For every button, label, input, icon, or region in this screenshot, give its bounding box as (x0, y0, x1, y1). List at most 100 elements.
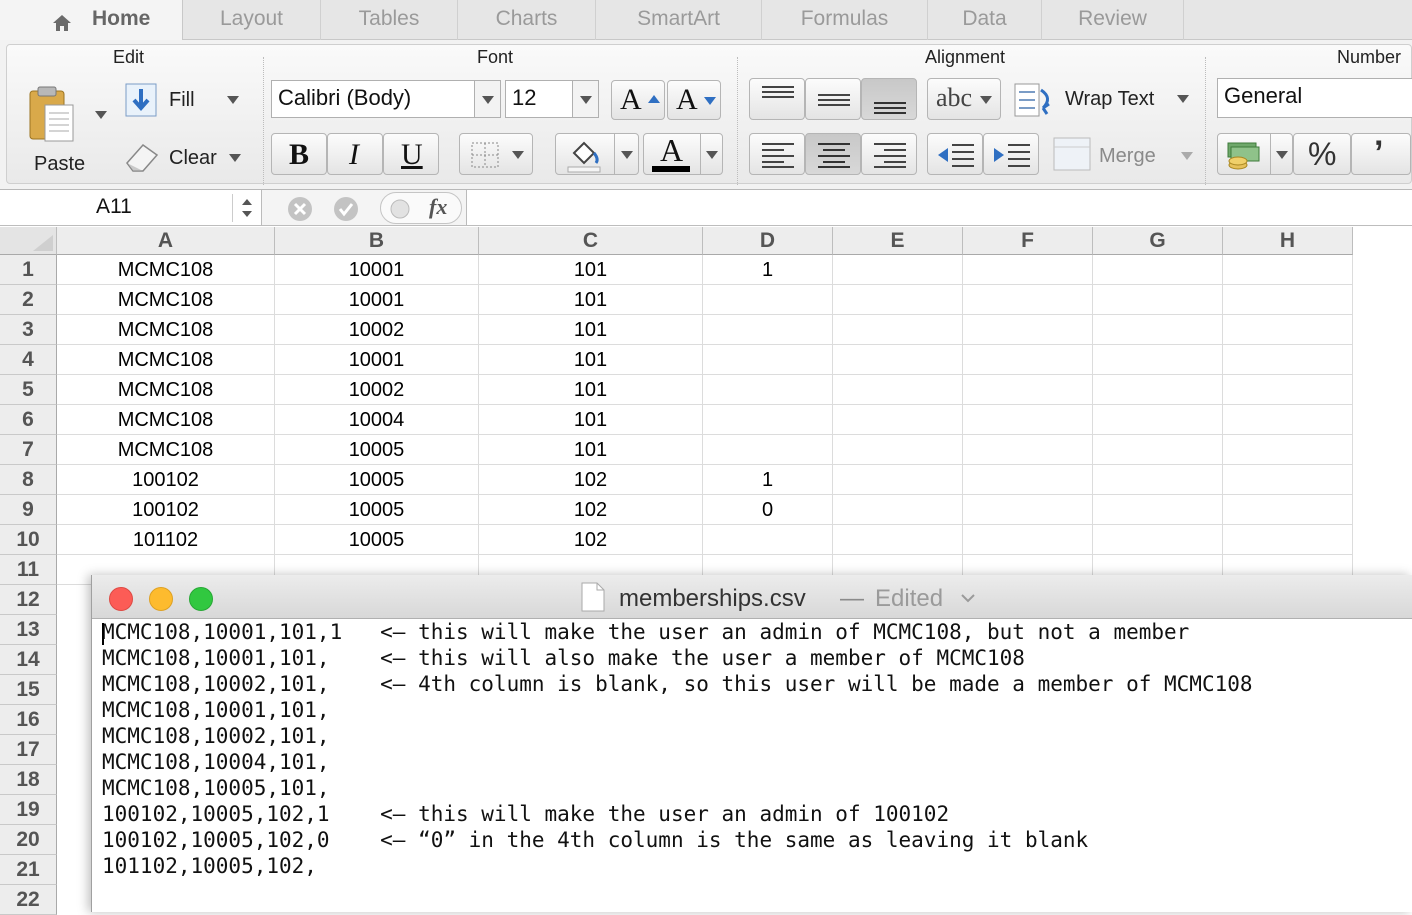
formula-builder-icon[interactable]: fx (380, 192, 462, 224)
cell-a8[interactable]: 100102 (57, 465, 275, 495)
row-header-2[interactable]: 2 (0, 285, 57, 315)
cell-c10[interactable]: 102 (479, 525, 703, 555)
row-header-10[interactable]: 10 (0, 525, 57, 555)
row-header-5[interactable]: 5 (0, 375, 57, 405)
column-header-b[interactable]: B (275, 227, 479, 255)
tab-formulas[interactable]: Formulas (762, 0, 928, 40)
cell-h1[interactable] (1223, 255, 1353, 285)
cell-b3[interactable]: 10002 (275, 315, 479, 345)
column-header-a[interactable]: A (57, 227, 275, 255)
decrease-indent-button[interactable] (927, 133, 983, 175)
column-header-c[interactable]: C (479, 227, 703, 255)
cell-c5[interactable]: 101 (479, 375, 703, 405)
cell-b10[interactable]: 10005 (275, 525, 479, 555)
column-header-h[interactable]: H (1223, 227, 1353, 255)
cell-a6[interactable]: MCMC108 (57, 405, 275, 435)
clear-button[interactable]: Clear (123, 137, 249, 177)
align-top-button[interactable] (749, 78, 805, 120)
row-header-20[interactable]: 20 (0, 825, 57, 855)
cell-d5[interactable] (703, 375, 833, 405)
chevron-down-icon[interactable] (960, 591, 976, 609)
cell-h6[interactable] (1223, 405, 1353, 435)
row-header-3[interactable]: 3 (0, 315, 57, 345)
row-header-18[interactable]: 18 (0, 765, 57, 795)
align-center-button[interactable] (805, 133, 861, 175)
percent-style-button[interactable]: % (1293, 133, 1351, 175)
cell-d1[interactable]: 1 (703, 255, 833, 285)
cell-h7[interactable] (1223, 435, 1353, 465)
tab-tables[interactable]: Tables (321, 0, 458, 40)
cell-h4[interactable] (1223, 345, 1353, 375)
row-header-14[interactable]: 14 (0, 645, 57, 675)
bold-button[interactable]: B (271, 133, 327, 175)
cell-h8[interactable] (1223, 465, 1353, 495)
cell-c1[interactable]: 101 (479, 255, 703, 285)
row-header-13[interactable]: 13 (0, 615, 57, 645)
cell-g6[interactable] (1093, 405, 1223, 435)
cell-f10[interactable] (963, 525, 1093, 555)
cell-a4[interactable]: MCMC108 (57, 345, 275, 375)
cell-g2[interactable] (1093, 285, 1223, 315)
column-header-e[interactable]: E (833, 227, 963, 255)
cell-h10[interactable] (1223, 525, 1353, 555)
row-header-7[interactable]: 7 (0, 435, 57, 465)
row-header-1[interactable]: 1 (0, 255, 57, 285)
tab-data[interactable]: Data (928, 0, 1042, 40)
close-window-button[interactable] (109, 587, 133, 611)
cell-f6[interactable] (963, 405, 1093, 435)
column-header-g[interactable]: G (1093, 227, 1223, 255)
cell-g8[interactable] (1093, 465, 1223, 495)
cell-b7[interactable]: 10005 (275, 435, 479, 465)
row-header-22[interactable]: 22 (0, 885, 57, 915)
row-header-6[interactable]: 6 (0, 405, 57, 435)
cell-c9[interactable]: 102 (479, 495, 703, 525)
cell-d4[interactable] (703, 345, 833, 375)
cell-c4[interactable]: 101 (479, 345, 703, 375)
cell-h5[interactable] (1223, 375, 1353, 405)
borders-button[interactable] (459, 133, 533, 175)
align-right-button[interactable] (861, 133, 917, 175)
cell-e8[interactable] (833, 465, 963, 495)
cell-c8[interactable]: 102 (479, 465, 703, 495)
cell-d7[interactable] (703, 435, 833, 465)
wrap-text-button[interactable]: Wrap Text (1013, 78, 1197, 120)
row-header-15[interactable]: 15 (0, 675, 57, 705)
edited-status[interactable]: Edited (875, 585, 943, 613)
grow-font-button[interactable]: A (611, 80, 665, 120)
cell-a7[interactable]: MCMC108 (57, 435, 275, 465)
column-header-d[interactable]: D (703, 227, 833, 255)
cell-c6[interactable]: 101 (479, 405, 703, 435)
column-header-f[interactable]: F (963, 227, 1093, 255)
cell-g1[interactable] (1093, 255, 1223, 285)
cell-e4[interactable] (833, 345, 963, 375)
tab-review[interactable]: Review (1042, 0, 1184, 40)
cell-g7[interactable] (1093, 435, 1223, 465)
tab-home[interactable]: Home (0, 0, 183, 40)
cell-f3[interactable] (963, 315, 1093, 345)
merge-button[interactable]: Merge (1053, 135, 1199, 175)
font-color-button[interactable]: A (643, 132, 723, 175)
cell-a1[interactable]: MCMC108 (57, 255, 275, 285)
cell-a5[interactable]: MCMC108 (57, 375, 275, 405)
cell-a3[interactable]: MCMC108 (57, 315, 275, 345)
row-header-11[interactable]: 11 (0, 555, 57, 585)
cell-h9[interactable] (1223, 495, 1353, 525)
tab-smartart[interactable]: SmartArt (596, 0, 762, 40)
number-format-select[interactable]: General (1217, 78, 1412, 118)
row-header-16[interactable]: 16 (0, 705, 57, 735)
underline-button[interactable]: U (383, 133, 439, 175)
formula-input[interactable] (466, 190, 1412, 225)
align-left-button[interactable] (749, 133, 805, 175)
cell-h3[interactable] (1223, 315, 1353, 345)
align-middle-button[interactable] (805, 78, 861, 120)
tab-charts[interactable]: Charts (458, 0, 596, 40)
cell-a10[interactable]: 101102 (57, 525, 275, 555)
cell-d3[interactable] (703, 315, 833, 345)
increase-indent-button[interactable] (983, 133, 1039, 175)
cell-g10[interactable] (1093, 525, 1223, 555)
comma-style-button[interactable]: ’ (1351, 133, 1411, 175)
cell-f8[interactable] (963, 465, 1093, 495)
row-header-8[interactable]: 8 (0, 465, 57, 495)
cell-c2[interactable]: 101 (479, 285, 703, 315)
cell-a2[interactable]: MCMC108 (57, 285, 275, 315)
